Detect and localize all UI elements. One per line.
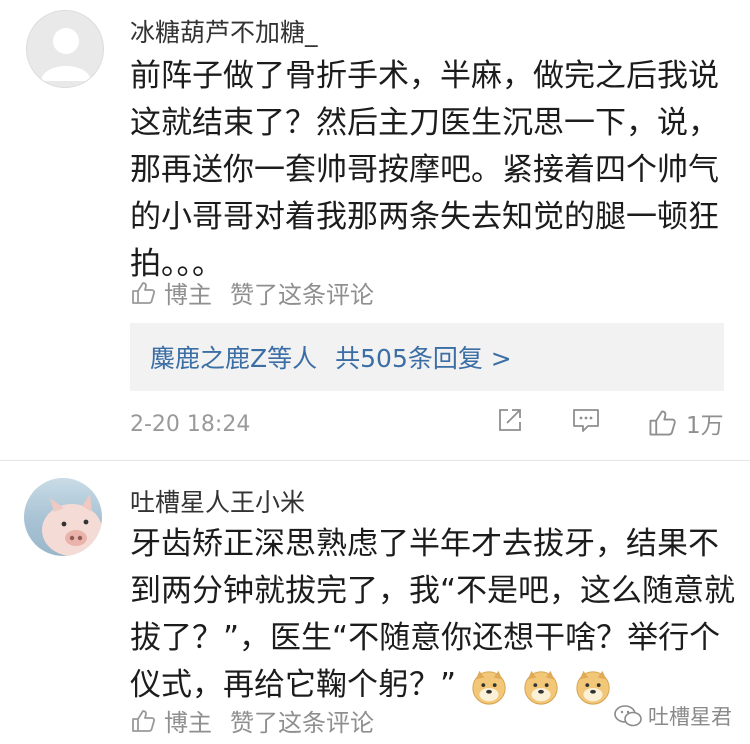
comment-text-line: 拔了？”，医生“不随意你还想干啥？举行个 xyxy=(130,620,721,656)
watermark: 吐槽星君 xyxy=(614,701,732,731)
watermark-text: 吐槽星君 xyxy=(648,705,732,729)
doge-emoji-icon xyxy=(576,670,610,705)
comment-meta: 2-20 18:24 1万 xyxy=(130,406,730,446)
comment-text-segment: 仪式，再给它鞠个躬？” xyxy=(130,667,457,703)
share-button[interactable] xyxy=(496,406,524,434)
reply-button[interactable] xyxy=(571,406,601,434)
share-icon xyxy=(499,409,521,431)
timestamp: 2-20 18:24 xyxy=(130,412,251,437)
author-liked-row: 博主 赞了这条评论 xyxy=(130,275,374,310)
comment-text-line: 的小哥哥对着我那两条失去知觉的腿一顿狂 xyxy=(130,199,719,235)
username[interactable]: 吐槽星人王小米 xyxy=(130,483,305,519)
pig-avatar-icon xyxy=(42,494,102,556)
liked-by[interactable]: 博主 xyxy=(164,703,212,738)
comment-divider xyxy=(0,460,750,461)
thumbs-up-icon xyxy=(132,281,156,304)
replies-users[interactable]: 麋鹿之鹿Z等人 xyxy=(150,339,317,375)
comment-text-line: 牙齿矫正深思熟虑了半年才去拔牙，结果不 xyxy=(130,526,719,562)
thumbs-up-icon xyxy=(132,709,156,732)
comment-text: 牙齿矫正深思熟虑了半年才去拔牙，结果不 到两分钟就拔完了，我“不是吧，这么随意就… xyxy=(130,521,736,709)
comment-text-line: 到两分钟就拔完了，我“不是吧，这么随意就 xyxy=(130,573,736,609)
comment-text: 前阵子做了骨折手术，半麻，做完之后我说 这就结束了？然后主刀医生沉思一下，说， … xyxy=(130,53,730,288)
avatar[interactable] xyxy=(24,478,102,556)
username[interactable]: 冰糖葫芦不加糖_ xyxy=(130,13,318,49)
comment-text-line: 那再送你一套帅哥按摩吧。紧接着四个帅气 xyxy=(130,152,719,188)
like-button[interactable]: 1万 xyxy=(646,406,724,440)
wechat-icon xyxy=(614,705,642,727)
liked-by[interactable]: 博主 xyxy=(164,275,212,310)
liked-text: 赞了这条评论 xyxy=(230,709,374,737)
like-count: 1万 xyxy=(686,413,724,439)
comment-text-line: 这就结束了？然后主刀医生沉思一下，说， xyxy=(130,105,719,141)
doge-emoji-icon xyxy=(472,670,506,705)
thumbs-up-icon xyxy=(649,410,676,436)
comment-icon xyxy=(573,409,599,432)
liked-text: 赞了这条评论 xyxy=(230,281,374,309)
replies-summary[interactable]: 麋鹿之鹿Z等人 共505条回复 > xyxy=(130,323,724,391)
avatar[interactable] xyxy=(26,10,104,88)
replies-count[interactable]: 共505条回复 > xyxy=(335,339,512,375)
default-avatar-icon xyxy=(41,28,91,81)
author-liked-row: 博主 赞了这条评论 xyxy=(130,703,374,738)
doge-emoji-icon xyxy=(524,670,558,705)
comment-text-line: 前阵子做了骨折手术，半麻，做完之后我说 xyxy=(130,58,719,94)
